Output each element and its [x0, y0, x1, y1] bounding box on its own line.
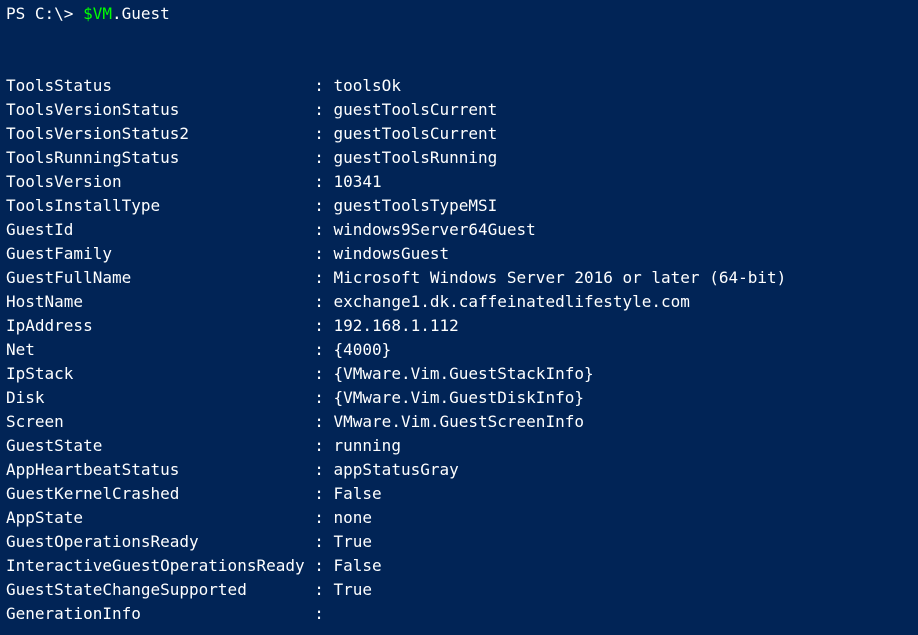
property-value: {VMware.Vim.GuestStackInfo} — [334, 364, 594, 383]
output-row: ToolsVersion : 10341 — [6, 170, 912, 194]
property-name: GuestKernelCrashed — [6, 482, 314, 506]
output-row: AppState : none — [6, 506, 912, 530]
separator: : — [314, 218, 333, 242]
property-name: ToolsVersion — [6, 170, 314, 194]
property-name: GuestStateChangeSupported — [6, 578, 314, 602]
property-value: guestToolsCurrent — [334, 100, 498, 119]
separator: : — [314, 458, 333, 482]
property-value: VMware.Vim.GuestScreenInfo — [334, 412, 584, 431]
property-value: toolsOk — [334, 76, 401, 95]
property-name: Screen — [6, 410, 314, 434]
output-row: ToolsVersionStatus2 : guestToolsCurrent — [6, 122, 912, 146]
powershell-prompt-line[interactable]: PS C:\> $VM.Guest — [6, 2, 912, 26]
output-row: ToolsInstallType : guestToolsTypeMSI — [6, 194, 912, 218]
output-row: GuestId : windows9Server64Guest — [6, 218, 912, 242]
separator: : — [314, 434, 333, 458]
separator: : — [314, 554, 333, 578]
separator: : — [314, 122, 333, 146]
command-member: .Guest — [112, 4, 170, 23]
property-value: windowsGuest — [334, 244, 450, 263]
output-row: AppHeartbeatStatus : appStatusGray — [6, 458, 912, 482]
property-value: False — [334, 556, 382, 575]
output-row: GuestFamily : windowsGuest — [6, 242, 912, 266]
separator: : — [314, 530, 333, 554]
output-row: GuestStateChangeSupported : True — [6, 578, 912, 602]
property-value: True — [334, 580, 373, 599]
property-name: ToolsInstallType — [6, 194, 314, 218]
property-name: GuestOperationsReady — [6, 530, 314, 554]
output-row: GuestOperationsReady : True — [6, 530, 912, 554]
property-name: GenerationInfo — [6, 602, 314, 626]
output-row: Net : {4000} — [6, 338, 912, 362]
separator: : — [314, 170, 333, 194]
prompt-prefix: PS C:\> — [6, 4, 83, 23]
output-row: GenerationInfo : — [6, 602, 912, 626]
output-row: GuestFullName : Microsoft Windows Server… — [6, 266, 912, 290]
command-variable: $VM — [83, 4, 112, 23]
output-row: IpStack : {VMware.Vim.GuestStackInfo} — [6, 362, 912, 386]
property-name: ToolsVersionStatus — [6, 98, 314, 122]
output-row: Disk : {VMware.Vim.GuestDiskInfo} — [6, 386, 912, 410]
output-row: GuestKernelCrashed : False — [6, 482, 912, 506]
property-name: IpStack — [6, 362, 314, 386]
property-value: guestToolsCurrent — [334, 124, 498, 143]
property-value: False — [334, 484, 382, 503]
property-value: none — [334, 508, 373, 527]
property-value: windows9Server64Guest — [334, 220, 536, 239]
separator: : — [314, 266, 333, 290]
output-row: Screen : VMware.Vim.GuestScreenInfo — [6, 410, 912, 434]
property-name: Net — [6, 338, 314, 362]
separator: : — [314, 362, 333, 386]
output-row: ToolsRunningStatus : guestToolsRunning — [6, 146, 912, 170]
property-name: AppHeartbeatStatus — [6, 458, 314, 482]
output-row: InteractiveGuestOperationsReady : False — [6, 554, 912, 578]
property-value: 10341 — [334, 172, 382, 191]
property-value: guestToolsTypeMSI — [334, 196, 498, 215]
property-name: Disk — [6, 386, 314, 410]
separator: : — [314, 74, 333, 98]
property-name: GuestFamily — [6, 242, 314, 266]
separator: : — [314, 242, 333, 266]
property-name: AppState — [6, 506, 314, 530]
property-value: guestToolsRunning — [334, 148, 498, 167]
property-name: GuestId — [6, 218, 314, 242]
output-row: GuestState : running — [6, 434, 912, 458]
property-name: GuestState — [6, 434, 314, 458]
separator: : — [314, 290, 333, 314]
property-value: Microsoft Windows Server 2016 or later (… — [334, 268, 787, 287]
separator: : — [314, 98, 333, 122]
property-name: InteractiveGuestOperationsReady — [6, 554, 314, 578]
property-value: {VMware.Vim.GuestDiskInfo} — [334, 388, 584, 407]
property-name: HostName — [6, 290, 314, 314]
property-value: exchange1.dk.caffeinatedlifestyle.com — [334, 292, 690, 311]
property-value: running — [334, 436, 401, 455]
separator: : — [314, 146, 333, 170]
separator: : — [314, 338, 333, 362]
separator: : — [314, 194, 333, 218]
output-block: ToolsStatus : toolsOkToolsVersionStatus … — [6, 74, 912, 626]
separator: : — [314, 578, 333, 602]
property-value: appStatusGray — [334, 460, 459, 479]
separator: : — [314, 386, 333, 410]
property-name: ToolsVersionStatus2 — [6, 122, 314, 146]
property-value: 192.168.1.112 — [334, 316, 459, 335]
property-name: ToolsStatus — [6, 74, 314, 98]
property-name: IpAddress — [6, 314, 314, 338]
separator: : — [314, 482, 333, 506]
separator: : — [314, 410, 333, 434]
separator: : — [314, 506, 333, 530]
output-row: ToolsStatus : toolsOk — [6, 74, 912, 98]
output-row: ToolsVersionStatus : guestToolsCurrent — [6, 98, 912, 122]
output-row: HostName : exchange1.dk.caffeinatedlifes… — [6, 290, 912, 314]
output-row: IpAddress : 192.168.1.112 — [6, 314, 912, 338]
separator: : — [314, 602, 333, 626]
property-name: GuestFullName — [6, 266, 314, 290]
separator: : — [314, 314, 333, 338]
property-name: ToolsRunningStatus — [6, 146, 314, 170]
property-value: True — [334, 532, 373, 551]
property-value: {4000} — [334, 340, 392, 359]
